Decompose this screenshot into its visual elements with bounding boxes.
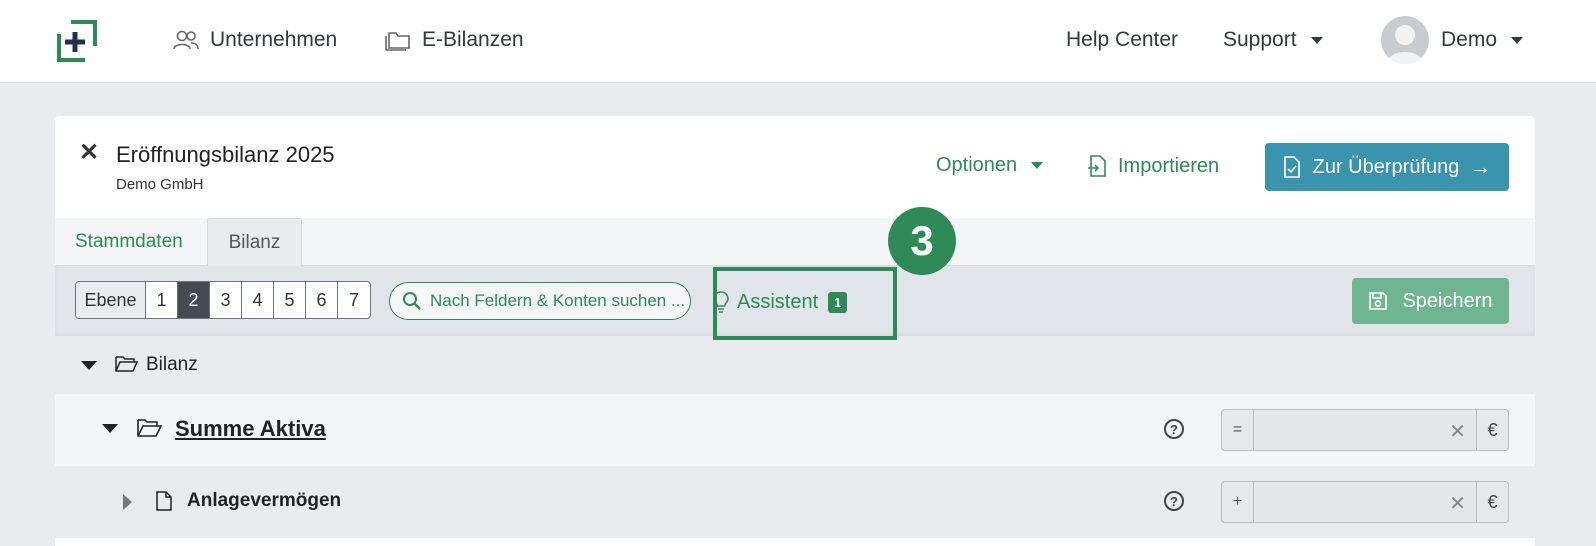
search-fields-button[interactable]: Nach Feldern & Konten suchen ... (389, 282, 691, 320)
level-label: Ebene (76, 282, 146, 318)
level-button-4[interactable]: 4 (242, 282, 274, 318)
nav-ebilanzen-label: E-Bilanzen (422, 28, 524, 51)
aktiva-value-field: = ✕ € (1221, 409, 1509, 451)
nav-unternehmen[interactable]: Unternehmen (172, 28, 337, 52)
tab-bar: Stammdaten Bilanz (55, 218, 1535, 267)
tab-bilanz[interactable]: Bilanz (207, 218, 302, 267)
aktiva-amount-input[interactable]: ✕ (1254, 410, 1476, 450)
file-icon (156, 491, 172, 511)
save-label: Speichern (1402, 289, 1493, 312)
tree-label-anlagevermoegen[interactable]: Anlagevermögen (187, 490, 341, 512)
file-check-icon (1283, 156, 1300, 178)
nav-unternehmen-label: Unternehmen (210, 28, 338, 51)
tree-label-bilanz: Bilanz (146, 354, 198, 375)
operator-prefix: = (1222, 410, 1254, 450)
level-selector: Ebene 1 2 3 4 5 6 7 (75, 281, 371, 319)
level-button-6[interactable]: 6 (306, 282, 338, 318)
chevron-down-icon (1031, 162, 1044, 169)
operator-prefix: + (1222, 482, 1254, 522)
company-name: Demo GmbH (116, 176, 204, 193)
top-navbar: Unternehmen E-Bilanzen Help Center Suppo… (0, 0, 1596, 83)
users-icon (173, 30, 199, 50)
nav-support-label: Support (1223, 28, 1297, 51)
level-button-7[interactable]: 7 (338, 282, 370, 318)
arrow-right-icon: → (1469, 154, 1492, 179)
clear-icon[interactable]: ✕ (1449, 491, 1466, 516)
nav-ebilanzen[interactable]: E-Bilanzen (384, 28, 524, 52)
import-button[interactable]: Importieren (1088, 154, 1219, 178)
folder-icon (385, 32, 410, 51)
level-button-3[interactable]: 3 (210, 282, 242, 318)
currency-suffix: € (1476, 410, 1508, 450)
tree-row-anlagevermoegen: Anlagevermögen ? + ✕ € (55, 466, 1535, 538)
review-button[interactable]: Zur Überprüfung → (1265, 143, 1509, 191)
tutorial-step-badge: 3 (888, 207, 956, 275)
avatar[interactable] (1381, 16, 1429, 64)
save-icon (1369, 292, 1388, 310)
anlage-amount-input[interactable]: ✕ (1254, 482, 1476, 522)
app-logo-icon[interactable] (55, 20, 99, 62)
close-icon[interactable]: ✕ (79, 141, 99, 165)
folder-open-icon (115, 356, 138, 372)
level-button-5[interactable]: 5 (274, 282, 306, 318)
tab-stammdaten[interactable]: Stammdaten (75, 218, 183, 266)
tutorial-highlight-box (713, 267, 897, 340)
nav-help-center[interactable]: Help Center (1066, 28, 1178, 52)
currency-suffix: € (1476, 482, 1508, 522)
collapse-caret-icon[interactable] (102, 424, 118, 433)
help-circle-icon[interactable]: ? (1164, 491, 1184, 511)
chevron-down-icon (1310, 36, 1323, 44)
file-import-icon (1088, 155, 1106, 177)
clear-icon[interactable]: ✕ (1449, 419, 1466, 444)
import-label: Importieren (1118, 154, 1220, 177)
chevron-down-icon (1511, 36, 1524, 44)
save-button[interactable]: Speichern (1352, 278, 1509, 324)
anlage-value-field: + ✕ € (1221, 481, 1509, 523)
help-circle-icon[interactable]: ? (1164, 419, 1184, 439)
level-button-2[interactable]: 2 (178, 282, 210, 318)
nav-help-label: Help Center (1066, 28, 1179, 51)
folder-open-icon (137, 419, 162, 437)
level-button-1[interactable]: 1 (146, 282, 178, 318)
collapse-caret-icon[interactable] (81, 361, 97, 370)
page-title: Eröffnungsbilanz 2025 (116, 142, 335, 167)
review-label: Zur Überprüfung (1312, 155, 1460, 178)
tree-row-bilanz: Bilanz (55, 336, 1535, 394)
search-placeholder: Nach Feldern & Konten suchen ... (430, 291, 686, 310)
tree-row-aktiva: Summe Aktiva ? = ✕ € (55, 394, 1535, 466)
nav-support-dropdown[interactable]: Support (1223, 28, 1323, 52)
options-dropdown[interactable]: Optionen (936, 154, 1044, 177)
user-name: Demo (1441, 28, 1498, 51)
tree-label-aktiva[interactable]: Summe Aktiva (175, 416, 326, 442)
user-menu-dropdown[interactable]: Demo (1441, 28, 1524, 52)
expand-caret-icon[interactable] (123, 494, 132, 510)
options-label: Optionen (936, 154, 1018, 176)
search-icon (403, 292, 421, 310)
